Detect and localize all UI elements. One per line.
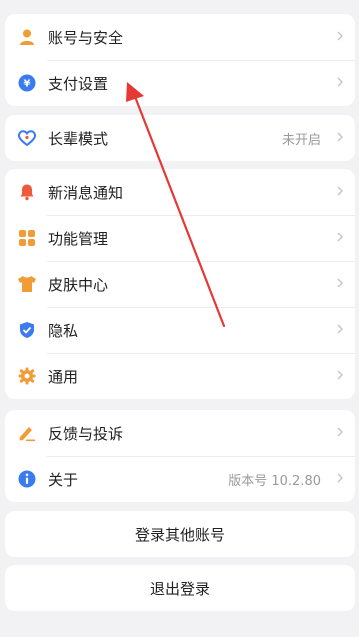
privacy-row[interactable]: 隐私 xyxy=(5,307,355,353)
about-row[interactable]: 关于 版本号 10.2.80 xyxy=(5,456,355,502)
chevron-right-icon xyxy=(337,427,343,437)
divider xyxy=(47,353,355,354)
divider xyxy=(47,307,355,308)
elder-mode-row[interactable]: 长辈模式 未开启 xyxy=(5,115,355,161)
logout-button[interactable]: 退出登录 xyxy=(5,565,355,611)
info-icon xyxy=(17,469,37,489)
chevron-right-icon xyxy=(337,278,343,288)
chevron-right-icon xyxy=(337,31,343,41)
skin-center-row[interactable]: 皮肤中心 xyxy=(5,261,355,307)
skin-center-label: 皮肤中心 xyxy=(48,275,109,294)
divider xyxy=(47,456,355,457)
elder-mode-label: 长辈模式 xyxy=(48,129,109,148)
chevron-right-icon xyxy=(337,473,343,483)
grid-icon xyxy=(17,228,37,248)
payment-settings-label: 支付设置 xyxy=(48,74,109,93)
feature-management-row[interactable]: 功能管理 xyxy=(5,215,355,261)
account-security-label: 账号与安全 xyxy=(48,28,124,47)
divider xyxy=(47,60,355,61)
user-icon xyxy=(17,27,37,47)
heart-icon xyxy=(17,128,37,148)
divider xyxy=(47,261,355,262)
feedback-row[interactable]: 反馈与投诉 xyxy=(5,410,355,456)
elder-mode-status: 未开启 xyxy=(281,132,321,148)
svg-text:¥: ¥ xyxy=(24,79,31,90)
feature-management-label: 功能管理 xyxy=(48,229,109,248)
chevron-right-icon xyxy=(337,324,343,334)
chevron-right-icon xyxy=(337,370,343,380)
pen-icon xyxy=(17,423,37,443)
shirt-icon xyxy=(17,274,37,294)
notification-label: 新消息通知 xyxy=(48,183,124,202)
chevron-right-icon xyxy=(337,77,343,87)
account-group: 账号与安全 ¥ 支付设置 xyxy=(5,14,355,106)
general-label: 通用 xyxy=(48,367,79,386)
divider xyxy=(47,215,355,216)
chevron-right-icon xyxy=(337,186,343,196)
general-row[interactable]: 通用 xyxy=(5,353,355,399)
payment-settings-row[interactable]: ¥ 支付设置 xyxy=(5,60,355,106)
about-label: 关于 xyxy=(48,470,79,489)
shield-icon xyxy=(17,320,37,340)
bell-icon xyxy=(17,182,37,202)
chevron-right-icon xyxy=(337,232,343,242)
elder-mode-group: 长辈模式 未开启 xyxy=(5,115,355,161)
about-group: 反馈与投诉 关于 版本号 10.2.80 xyxy=(5,410,355,502)
privacy-label: 隐私 xyxy=(48,321,79,340)
feedback-label: 反馈与投诉 xyxy=(48,424,124,443)
version-number: 版本号 10.2.80 xyxy=(228,473,321,489)
switch-account-button[interactable]: 登录其他账号 xyxy=(5,511,355,557)
account-security-row[interactable]: 账号与安全 xyxy=(5,14,355,60)
notification-row[interactable]: 新消息通知 xyxy=(5,169,355,215)
yen-icon: ¥ xyxy=(17,73,37,93)
chevron-right-icon xyxy=(337,132,343,142)
gear-icon xyxy=(17,366,37,386)
settings-group: 新消息通知 功能管理 皮肤中心 隐私 通用 xyxy=(5,169,355,399)
